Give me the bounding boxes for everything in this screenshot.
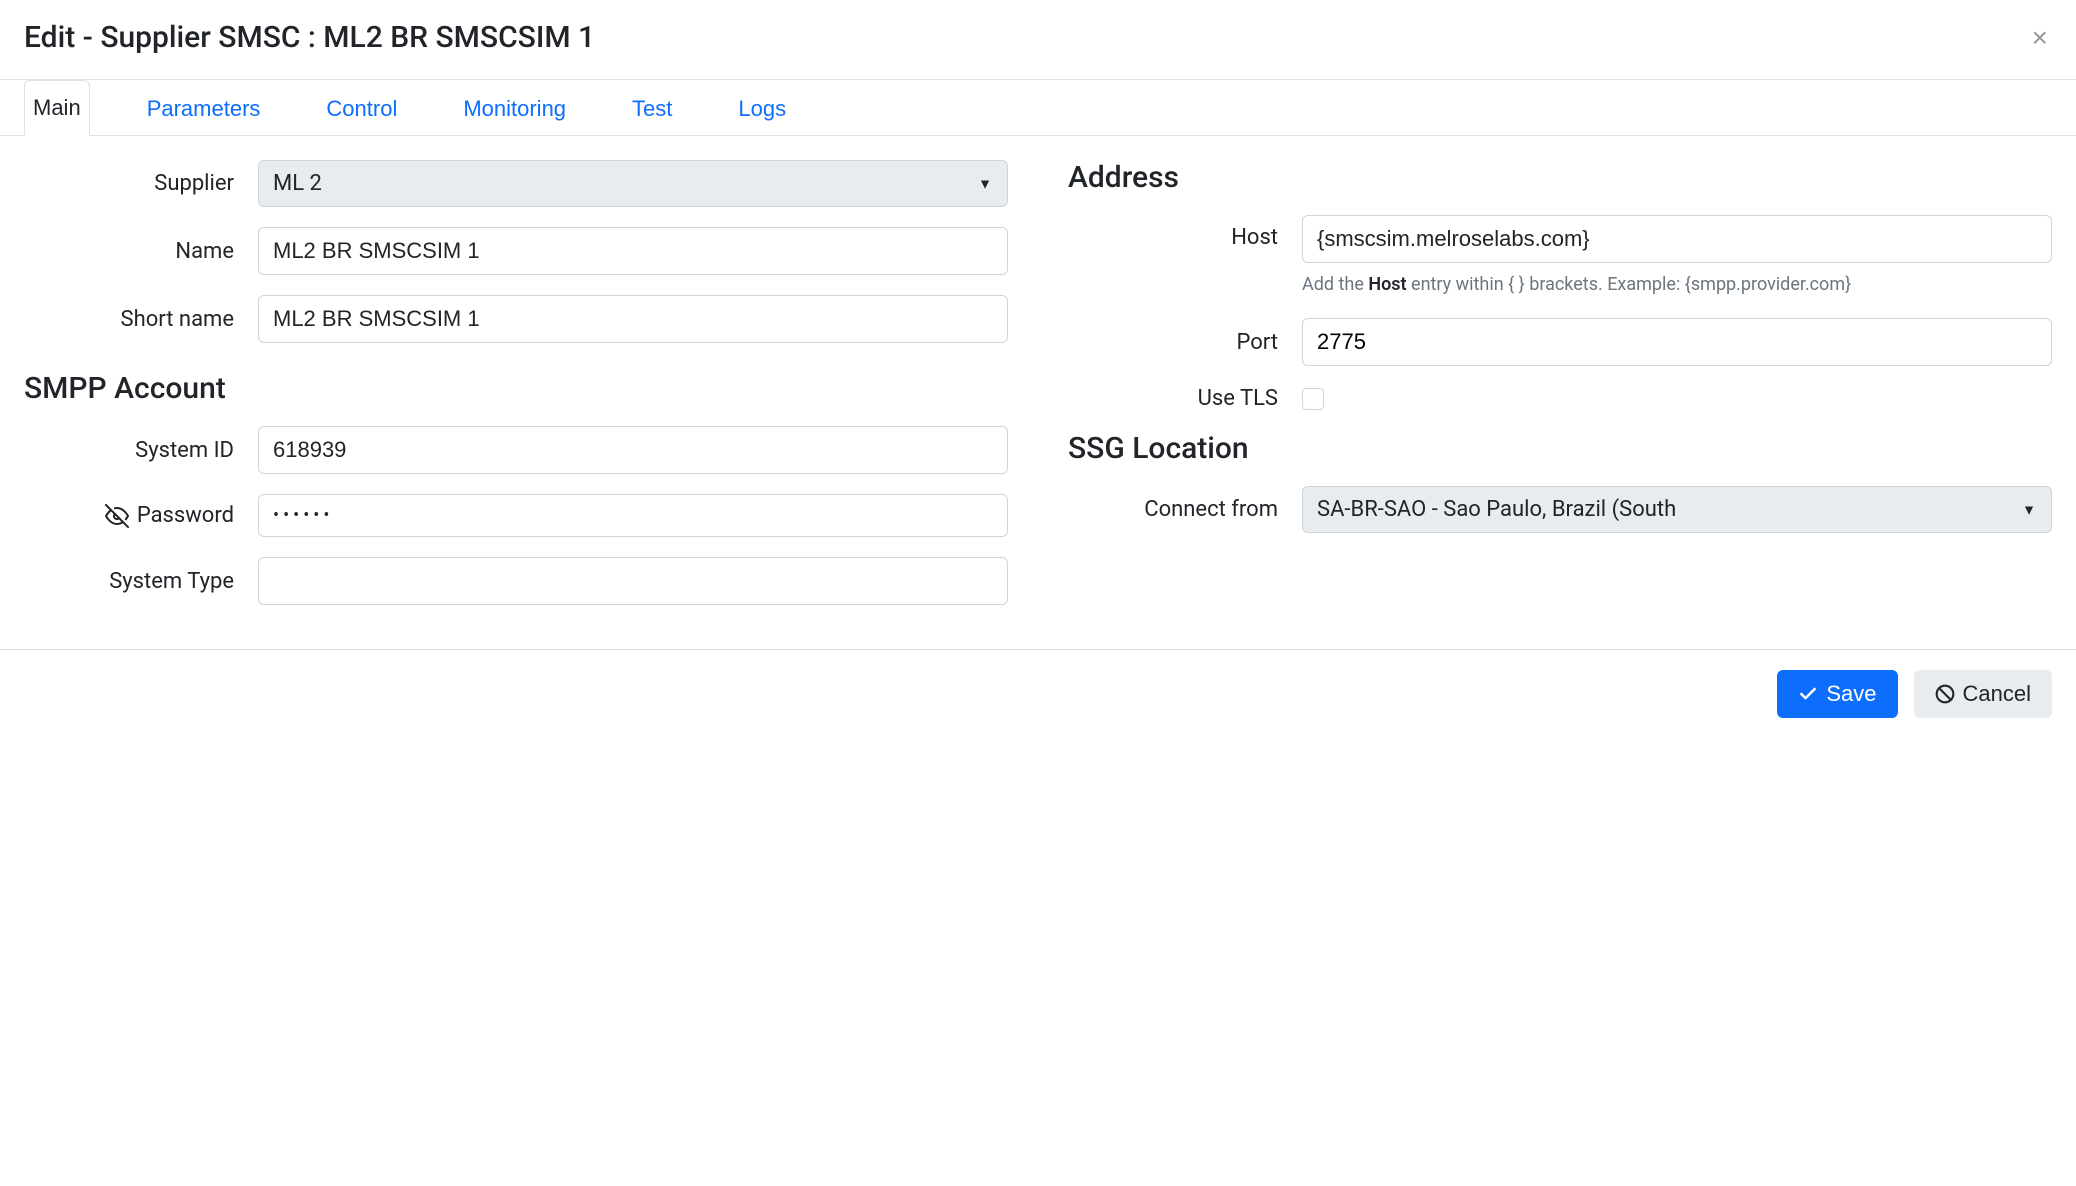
supplier-row: Supplier ML 2 ▼ — [24, 160, 1008, 207]
save-button-label: Save — [1826, 681, 1876, 707]
usetls-label: Use TLS — [1068, 386, 1278, 411]
edit-supplier-modal: Edit - Supplier SMSC : ML2 BR SMSCSIM 1 … — [0, 0, 2076, 738]
connectfrom-label: Connect from — [1068, 497, 1278, 522]
tab-test[interactable]: Test — [623, 80, 681, 136]
host-input[interactable] — [1302, 215, 2052, 263]
shortname-row: Short name — [24, 295, 1008, 343]
supplier-select[interactable]: ML 2 — [258, 160, 1008, 207]
left-column: Supplier ML 2 ▼ Name Short name SMPP Acc… — [24, 160, 1008, 625]
usetls-row: Use TLS — [1068, 386, 2052, 411]
supplier-select-wrap: ML 2 ▼ — [258, 160, 1008, 207]
tabs-nav: Main Parameters Control Monitoring Test … — [0, 80, 2076, 136]
password-input[interactable]: •••••• — [258, 494, 1008, 537]
password-label-text: Password — [137, 503, 234, 528]
systemtype-label: System Type — [24, 569, 234, 594]
name-input[interactable] — [258, 227, 1008, 275]
connectfrom-select-wrap: SA-BR-SAO - Sao Paulo, Brazil (South ▼ — [1302, 486, 2052, 533]
name-row: Name — [24, 227, 1008, 275]
modal-header: Edit - Supplier SMSC : ML2 BR SMSCSIM 1 … — [0, 0, 2076, 80]
tab-logs[interactable]: Logs — [729, 80, 795, 136]
cancel-button[interactable]: Cancel — [1914, 670, 2052, 718]
shortname-input[interactable] — [258, 295, 1008, 343]
host-help-text: Add the Host entry within { } brackets. … — [1302, 271, 2052, 298]
port-input[interactable] — [1302, 318, 2052, 366]
name-label: Name — [24, 239, 234, 264]
tab-control[interactable]: Control — [317, 80, 406, 136]
address-heading: Address — [1068, 160, 2052, 195]
check-icon — [1798, 684, 1818, 704]
ssg-location-heading: SSG Location — [1068, 431, 2052, 466]
eye-off-icon[interactable] — [105, 504, 129, 528]
modal-footer: Save Cancel — [0, 649, 2076, 738]
tab-parameters[interactable]: Parameters — [138, 80, 270, 136]
supplier-label: Supplier — [24, 171, 234, 196]
save-button[interactable]: Save — [1777, 670, 1897, 718]
usetls-checkbox[interactable] — [1302, 388, 1324, 410]
connectfrom-row: Connect from SA-BR-SAO - Sao Paulo, Braz… — [1068, 486, 2052, 533]
cancel-button-label: Cancel — [1963, 681, 2031, 707]
port-label: Port — [1068, 330, 1278, 355]
modal-body: Supplier ML 2 ▼ Name Short name SMPP Acc… — [0, 136, 2076, 649]
systemid-label: System ID — [24, 438, 234, 463]
systemtype-row: System Type — [24, 557, 1008, 605]
host-row: Host Add the Host entry within { } brack… — [1068, 215, 2052, 298]
connectfrom-select[interactable]: SA-BR-SAO - Sao Paulo, Brazil (South — [1302, 486, 2052, 533]
smpp-account-heading: SMPP Account — [24, 371, 1008, 406]
password-row: Password •••••• — [24, 494, 1008, 537]
close-button[interactable]: × — [2028, 24, 2052, 52]
systemtype-input[interactable] — [258, 557, 1008, 605]
ban-icon — [1935, 684, 1955, 704]
tab-main[interactable]: Main — [24, 80, 90, 136]
shortname-label: Short name — [24, 307, 234, 332]
close-icon: × — [2032, 22, 2048, 53]
host-label: Host — [1068, 215, 1278, 250]
systemid-row: System ID — [24, 426, 1008, 474]
systemid-input[interactable] — [258, 426, 1008, 474]
port-row: Port — [1068, 318, 2052, 366]
tab-monitoring[interactable]: Monitoring — [454, 80, 575, 136]
right-column: Address Host Add the Host entry within {… — [1068, 160, 2052, 625]
modal-title: Edit - Supplier SMSC : ML2 BR SMSCSIM 1 — [24, 20, 595, 55]
password-label: Password — [24, 503, 234, 528]
